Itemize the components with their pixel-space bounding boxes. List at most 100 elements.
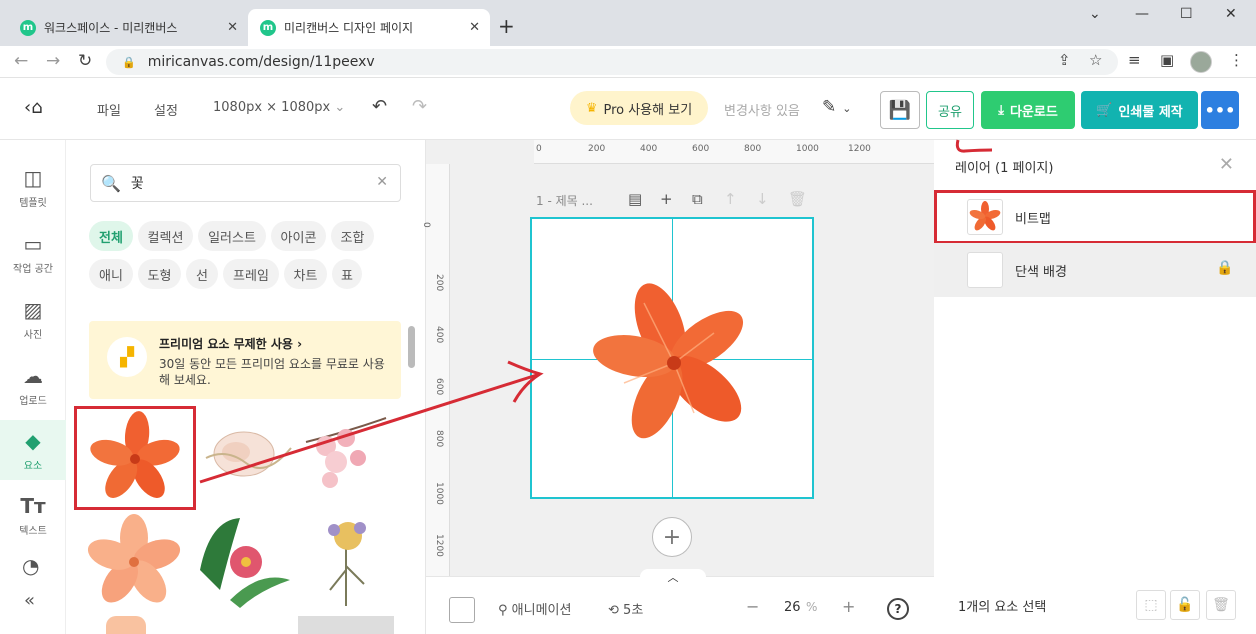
rail-item-workspace[interactable]: ▭ 작업 공간 bbox=[0, 223, 66, 283]
element-thumb-wildflower[interactable] bbox=[310, 510, 384, 610]
elements-icon: ◆ bbox=[25, 428, 41, 453]
settings-menu[interactable]: 설정 bbox=[154, 100, 178, 119]
element-thumb-partial[interactable] bbox=[106, 616, 146, 634]
chip-collection[interactable]: 컬렉션 bbox=[138, 221, 193, 251]
size-dropdown[interactable]: 1080px × 1080px ⌄ bbox=[213, 100, 345, 115]
zoom-value[interactable]: 26 bbox=[784, 600, 801, 615]
chip-frame[interactable]: 프레임 bbox=[223, 259, 279, 289]
design-page[interactable] bbox=[530, 217, 814, 499]
download-button[interactable]: ⤓ 다운로드 bbox=[981, 91, 1075, 129]
chip-all[interactable]: 전체 bbox=[89, 221, 133, 251]
tab-design[interactable]: m 미리캔버스 디자인 페이지 ✕ bbox=[248, 9, 490, 46]
panel-scrollbar[interactable] bbox=[408, 326, 415, 368]
rail-label: 사진 bbox=[23, 329, 43, 341]
chip-line[interactable]: 선 bbox=[186, 259, 218, 289]
layer-item-bitmap[interactable]: 비트맵 bbox=[934, 190, 1256, 244]
element-thumb-tropical[interactable] bbox=[190, 510, 294, 612]
close-tab-icon[interactable]: ✕ bbox=[227, 20, 238, 35]
zoom-in-icon[interactable]: + bbox=[842, 597, 855, 616]
save-button[interactable]: 💾 bbox=[880, 91, 920, 129]
forward-icon[interactable]: → bbox=[46, 51, 60, 71]
premium-promo-banner[interactable]: ▞ 프리미엄 요소 무제한 사용 › 30일 동안 모든 프리미엄 요소를 무료… bbox=[89, 321, 401, 399]
hibiscus-element[interactable] bbox=[582, 279, 762, 449]
avatar[interactable] bbox=[1190, 51, 1212, 73]
share-button[interactable]: 공유 bbox=[926, 91, 974, 129]
more-button[interactable]: ••• bbox=[1201, 91, 1239, 129]
delete-page-icon[interactable]: 🗑 bbox=[788, 190, 807, 208]
rail-label: 요소 bbox=[23, 460, 43, 472]
element-thumb-hibiscus[interactable] bbox=[74, 406, 196, 510]
url-input[interactable]: 🔒 miricanvas.com/design/11peexv bbox=[106, 49, 1118, 75]
left-rail: ◫ 템플릿 ▭ 작업 공간 ▨ 사진 ☁ 업로드 ◆ 요소 Tт 텍스트 ◔ « bbox=[0, 140, 66, 634]
element-thumb-peony-sketch[interactable] bbox=[196, 418, 296, 498]
pen-icon[interactable]: ✎ ⌄ bbox=[822, 97, 851, 117]
chip-table[interactable]: 표 bbox=[332, 259, 362, 289]
minimize-icon[interactable]: — bbox=[1135, 6, 1149, 22]
chip-illustration[interactable]: 일러스트 bbox=[198, 221, 266, 251]
print-button[interactable]: 🛒 인쇄물 제작 bbox=[1081, 91, 1198, 129]
move-up-icon[interactable]: ↑ bbox=[724, 190, 737, 208]
element-thumb-partial[interactable] bbox=[298, 616, 394, 634]
rail-item-text[interactable]: Tт 텍스트 bbox=[0, 485, 66, 545]
back-icon[interactable]: ← bbox=[14, 51, 28, 71]
pro-trial-button[interactable]: ♛ Pro 사용해 보기 bbox=[570, 91, 708, 125]
clear-search-icon[interactable]: ✕ bbox=[376, 174, 388, 190]
close-window-icon[interactable]: ✕ bbox=[1225, 6, 1237, 22]
home-back-icon[interactable]: ‹⌂ bbox=[24, 97, 43, 118]
media-icon[interactable]: ≡ bbox=[1128, 51, 1141, 69]
animation-icon: ⚲ bbox=[498, 603, 508, 618]
chevron-up-icon[interactable]: ︿ bbox=[640, 569, 706, 584]
chip-animation[interactable]: 애니 bbox=[89, 259, 133, 289]
help-icon[interactable]: ? bbox=[887, 598, 909, 620]
chip-chart[interactable]: 차트 bbox=[284, 259, 327, 289]
layers-panel: 레이어 (1 페이지) ✕ 비트맵 단색 배경 🔒 1개의 요소 선택 ⬚ 🔓 … bbox=[934, 140, 1256, 634]
lock-icon[interactable]: 🔒 bbox=[1216, 260, 1233, 276]
share-page-icon[interactable]: ⇪ bbox=[1058, 51, 1071, 69]
undo-icon[interactable]: ↶ bbox=[372, 96, 387, 117]
close-tab-icon[interactable]: ✕ bbox=[469, 20, 480, 35]
sidepanel-icon[interactable]: ▣ bbox=[1160, 51, 1174, 69]
memo-icon[interactable]: ▤ bbox=[628, 190, 642, 208]
ruler-tick: 0 bbox=[536, 144, 542, 154]
rail-item-template[interactable]: ◫ 템플릿 bbox=[0, 157, 66, 217]
animation-button[interactable]: ⚲ 애니메이션 bbox=[498, 599, 571, 618]
zoom-out-icon[interactable]: − bbox=[746, 597, 759, 616]
element-thumb-cherry-blossom[interactable] bbox=[296, 412, 396, 498]
workspace-icon: ▭ bbox=[23, 231, 43, 256]
add-page-button[interactable]: + bbox=[652, 517, 692, 557]
ruler-tick: 800 bbox=[434, 430, 444, 448]
bookmark-star-icon[interactable]: ☆ bbox=[1089, 51, 1102, 69]
unlock-icon[interactable]: 🔓 bbox=[1170, 590, 1200, 620]
group-icon[interactable]: ⬚ bbox=[1136, 590, 1166, 620]
add-page-icon[interactable]: + bbox=[660, 190, 673, 208]
close-icon[interactable]: ✕ bbox=[1219, 154, 1234, 175]
chip-combination[interactable]: 조합 bbox=[331, 221, 374, 251]
reload-icon[interactable]: ↻ bbox=[78, 51, 92, 71]
collapse-rail-icon[interactable]: « bbox=[24, 590, 35, 611]
kebab-menu-icon[interactable]: ⋮ bbox=[1229, 51, 1244, 69]
tab-workspace[interactable]: m 워크스페이스 - 미리캔버스 ✕ bbox=[8, 9, 248, 46]
redo-icon[interactable]: ↷ bbox=[412, 96, 427, 117]
file-menu[interactable]: 파일 bbox=[97, 100, 121, 119]
page-title[interactable]: 1 - 제목 ... bbox=[536, 192, 593, 209]
layer-item-background[interactable]: 단색 배경 🔒 bbox=[934, 243, 1256, 297]
chip-icon[interactable]: 아이콘 bbox=[271, 221, 326, 251]
chevron-down-icon[interactable]: ⌄ bbox=[1089, 6, 1101, 22]
rail-item-photo[interactable]: ▨ 사진 bbox=[0, 289, 66, 349]
search-input[interactable]: 🔍 꽃 ✕ bbox=[90, 164, 401, 202]
rail-item-elements[interactable]: ◆ 요소 bbox=[0, 420, 66, 480]
download-icon: ⤓ bbox=[998, 102, 1004, 118]
maximize-icon[interactable]: ☐ bbox=[1180, 6, 1193, 22]
delete-icon[interactable]: 🗑 bbox=[1206, 590, 1236, 620]
duplicate-page-icon[interactable]: ⧉ bbox=[692, 190, 703, 208]
layers-header: 레이어 (1 페이지) bbox=[955, 161, 1054, 176]
rail-item-upload[interactable]: ☁ 업로드 bbox=[0, 355, 66, 415]
wildflower-image bbox=[328, 522, 366, 606]
chip-shape[interactable]: 도형 bbox=[138, 259, 181, 289]
duration-button[interactable]: ⟲ 5초 bbox=[608, 599, 643, 618]
new-tab-icon[interactable]: + bbox=[498, 14, 515, 38]
move-down-icon[interactable]: ↓ bbox=[756, 190, 769, 208]
element-thumb-peach-hibiscus[interactable] bbox=[82, 512, 186, 612]
background-color-swatch[interactable] bbox=[449, 597, 475, 623]
palette-icon[interactable]: ◔ bbox=[22, 554, 39, 578]
